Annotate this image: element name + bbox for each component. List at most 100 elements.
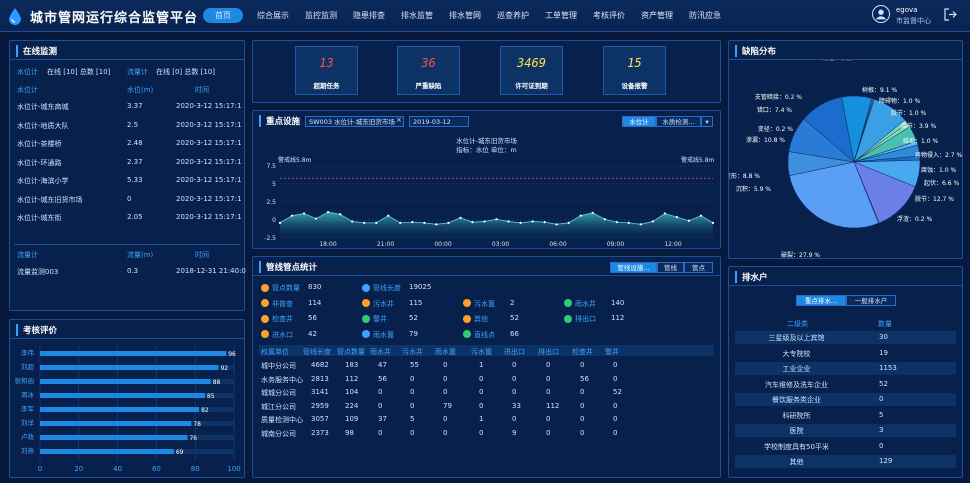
tab-water-quality[interactable]: 水质检测... <box>656 116 701 127</box>
data-point[interactable] <box>351 220 354 223</box>
nav-item-hazard[interactable]: 隐患排查 <box>345 8 393 23</box>
water-level-name[interactable]: 水位计-城东旧货市场 <box>17 195 83 205</box>
data-point[interactable] <box>519 221 522 224</box>
score-bar[interactable] <box>40 421 192 426</box>
clear-icon[interactable]: × <box>396 116 402 124</box>
water-level-name[interactable]: 水位计-城东商城 <box>17 102 69 112</box>
drainage-category[interactable]: 三星级及以上宾馆 <box>729 333 864 343</box>
data-point[interactable] <box>639 223 642 226</box>
score-bar[interactable] <box>40 365 219 370</box>
nav-item-flood[interactable]: 防汛应急 <box>681 8 729 23</box>
data-point[interactable] <box>495 218 498 221</box>
score-bar[interactable] <box>40 379 211 384</box>
score-bar[interactable] <box>40 449 174 454</box>
kpi-overdue-tasks[interactable]: 13 超期任务 <box>295 46 358 95</box>
drainage-category[interactable]: 汽车维修及洗车企业 <box>729 380 864 390</box>
data-point[interactable] <box>363 221 366 224</box>
data-point[interactable] <box>423 221 426 224</box>
nav-item-drainage-network[interactable]: 排水管网 <box>441 8 489 23</box>
data-point[interactable] <box>711 221 715 224</box>
flowmeter-name[interactable]: 流量监测003 <box>17 267 58 277</box>
score-label: 82 <box>201 407 209 414</box>
table-cell: 0 <box>479 388 484 396</box>
data-point[interactable] <box>555 223 558 226</box>
nav-item-assessment[interactable]: 考核评价 <box>585 8 633 23</box>
water-level-name[interactable]: 水位计-环通路 <box>17 158 62 168</box>
data-point[interactable] <box>543 221 546 224</box>
data-point[interactable] <box>507 220 510 223</box>
kpi-license-expiry[interactable]: 3469 许可证到期 <box>500 46 563 95</box>
data-point[interactable] <box>675 216 679 219</box>
stat-icon <box>564 314 572 323</box>
drainage-category[interactable]: 工业企业 <box>729 364 864 374</box>
data-point[interactable] <box>627 221 630 224</box>
drainage-category[interactable]: 医院 <box>729 426 864 436</box>
data-point[interactable] <box>447 221 450 224</box>
owner-unit[interactable]: 水务服务中心 <box>261 375 303 385</box>
nav-item-overview[interactable]: 综合展示 <box>249 8 297 23</box>
tab-water-level[interactable]: 水位计 <box>622 116 656 127</box>
data-point[interactable] <box>579 214 582 217</box>
data-point[interactable] <box>651 220 654 223</box>
score-bar[interactable] <box>40 351 227 356</box>
score-bar[interactable] <box>40 393 205 398</box>
drainage-category[interactable]: 学校制度具有50平米 <box>729 442 864 452</box>
table-cell: 1 <box>479 415 484 423</box>
drainage-category[interactable]: 大专院校 <box>729 349 864 359</box>
water-level-name[interactable]: 水位计-城东街 <box>17 213 62 223</box>
owner-unit[interactable]: 城南分公司 <box>261 429 296 439</box>
nav-item-assets[interactable]: 资产管理 <box>633 8 681 23</box>
pie-label: 异物侵入：2.7 % <box>915 151 962 159</box>
nav-item-drainage-supervision[interactable]: 排水监管 <box>393 8 441 23</box>
data-point[interactable] <box>435 223 438 226</box>
data-point[interactable] <box>483 220 486 223</box>
logout-icon[interactable] <box>944 8 957 21</box>
data-point[interactable] <box>387 214 390 217</box>
data-point[interactable] <box>459 216 462 219</box>
chevron-down-icon[interactable]: ▾ <box>701 116 713 127</box>
data-point[interactable] <box>687 219 691 222</box>
kpi-serious-defects[interactable]: 36 严重缺陷 <box>397 46 460 95</box>
owner-unit[interactable]: 城江分公司 <box>261 402 296 412</box>
data-point[interactable] <box>471 221 474 224</box>
tab-pipe-point[interactable]: 管点 <box>684 262 713 273</box>
data-point[interactable] <box>567 221 570 224</box>
tab-pipeline[interactable]: 管线 <box>657 262 684 273</box>
nav-item-home[interactable]: 首页 <box>203 8 243 23</box>
data-point[interactable] <box>663 212 666 215</box>
owner-unit[interactable]: 城中分公司 <box>261 361 296 371</box>
data-point[interactable] <box>411 221 414 224</box>
data-point[interactable] <box>699 214 703 217</box>
data-point[interactable] <box>290 214 294 217</box>
data-point[interactable] <box>278 221 282 224</box>
data-point[interactable] <box>603 218 606 221</box>
tab-general-drainage[interactable]: 一般排水户 <box>846 295 896 306</box>
score-bar[interactable] <box>40 435 188 440</box>
kpi-device-alarm[interactable]: 15 设备报警 <box>603 46 666 95</box>
data-point[interactable] <box>399 221 402 224</box>
data-point[interactable] <box>327 210 330 214</box>
water-level-name[interactable]: 水位计-海滨小学 <box>17 176 69 186</box>
owner-unit[interactable]: 城城分公司 <box>261 388 296 398</box>
drainage-category[interactable]: 餐饮服务类企业 <box>729 395 864 405</box>
nav-item-patrol[interactable]: 巡查养护 <box>489 8 537 23</box>
drainage-category[interactable]: 其他 <box>729 457 864 467</box>
score-bar[interactable] <box>40 407 200 412</box>
tab-pipe-facility[interactable]: 管线设施... <box>610 262 657 273</box>
data-point[interactable] <box>591 211 594 214</box>
data-point[interactable] <box>302 212 306 215</box>
data-point[interactable] <box>615 221 618 224</box>
data-point[interactable] <box>531 220 534 223</box>
nav-item-monitoring[interactable]: 监控监测 <box>297 8 345 23</box>
date-input[interactable]: 2019-03-12 <box>409 116 469 127</box>
nav-item-workorder[interactable]: 工单管理 <box>537 8 585 23</box>
data-point[interactable] <box>314 217 318 220</box>
data-point[interactable] <box>375 221 378 224</box>
device-select[interactable]: SW003 水位计-城东旧货市场 <box>305 116 404 127</box>
water-level-name[interactable]: 水位计-茶楼桥 <box>17 139 62 149</box>
owner-unit[interactable]: 质量检测中心 <box>261 415 303 425</box>
data-point[interactable] <box>339 213 342 216</box>
drainage-category[interactable]: 科研院所 <box>729 411 864 421</box>
water-level-name[interactable]: 水位计-地质大队 <box>17 121 69 131</box>
tab-key-drainage[interactable]: 重点排水... <box>796 295 846 306</box>
